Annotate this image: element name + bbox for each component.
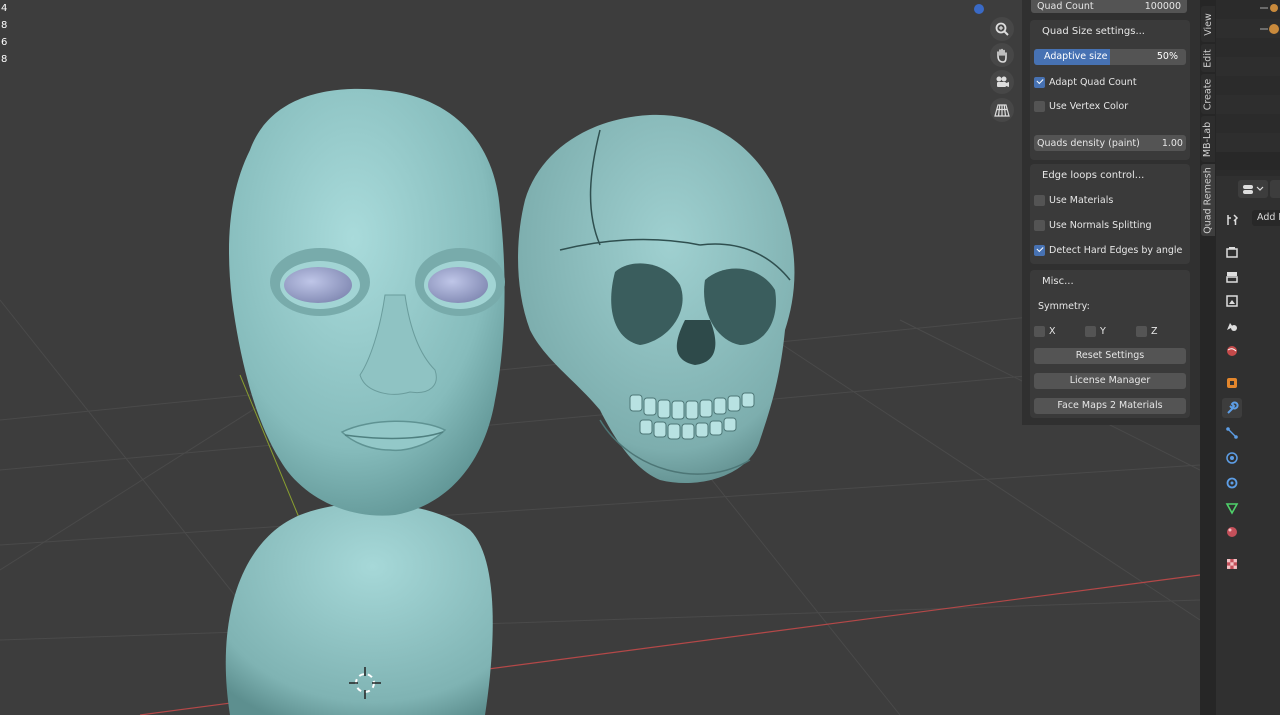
stat-line: 8 [1, 54, 8, 65]
constraints-icon[interactable] [1222, 473, 1242, 493]
world-icon[interactable] [1222, 341, 1242, 361]
right-editors: Add M [1216, 0, 1280, 715]
edge-loops-section: Edge loops control... Use Materials Use … [1030, 164, 1190, 264]
tab-view-label: View [1202, 12, 1214, 36]
stat-line: 8 [1, 20, 8, 31]
view-layer-icon[interactable] [1222, 291, 1242, 311]
display-mode-icon[interactable] [1270, 180, 1280, 198]
symmetry-x-checkbox[interactable]: X [1034, 324, 1056, 338]
quad-count-value: 100000 [1144, 1, 1181, 12]
modifier-wrench-icon[interactable] [1222, 398, 1242, 418]
license-manager-button[interactable]: License Manager [1034, 373, 1186, 389]
adaptive-size-label: Adaptive size [1044, 51, 1108, 62]
mesh-data-icon[interactable] [1222, 498, 1242, 518]
checkbox-unchecked-icon [1034, 194, 1045, 206]
checkbox-unchecked-icon [1034, 219, 1045, 231]
properties-editor: Add M [1216, 176, 1280, 715]
reset-settings-button[interactable]: Reset Settings [1034, 348, 1186, 364]
physics-icon[interactable] [1222, 448, 1242, 468]
symmetry-z-label: Z [1151, 325, 1158, 337]
body-mesh[interactable] [225, 503, 493, 715]
face-maps-2-materials-button[interactable]: Face Maps 2 Materials [1034, 398, 1186, 414]
left-eye [284, 267, 352, 303]
misc-title[interactable]: Misc... [1030, 270, 1190, 294]
tab-view[interactable]: View [1201, 6, 1215, 42]
symmetry-y-label: Y [1100, 325, 1106, 337]
stat-line: 4 [1, 3, 8, 14]
texture-icon[interactable] [1222, 554, 1242, 574]
use-vertex-color-label: Use Vertex Color [1049, 100, 1129, 112]
right-eye [428, 267, 488, 303]
detect-hard-edges-label: Detect Hard Edges by angle [1049, 244, 1183, 256]
use-normals-splitting-label: Use Normals Splitting [1049, 219, 1152, 231]
checkbox-unchecked-icon [1034, 325, 1045, 337]
particles-icon[interactable] [1222, 423, 1242, 443]
3d-viewport[interactable]: 4 8 6 8 [0, 0, 1200, 715]
use-materials-label: Use Materials [1049, 194, 1114, 206]
tab-mb-lab[interactable]: MB-Lab [1201, 116, 1215, 162]
perspective-grid-icon[interactable] [990, 98, 1014, 122]
add-modifier-button[interactable]: Add M [1252, 210, 1280, 226]
edge-loops-title[interactable]: Edge loops control... [1030, 164, 1190, 188]
hand-pan-icon[interactable] [990, 43, 1014, 67]
quad-count-field[interactable]: Quad Count 100000 [1031, 0, 1187, 13]
tool-settings-icon[interactable] [1222, 210, 1242, 230]
symmetry-label: Symmetry: [1038, 300, 1090, 312]
symmetry-x-label: X [1049, 325, 1056, 337]
checkbox-unchecked-icon [1136, 325, 1147, 337]
quad-size-section: Quad Size settings... Adaptive size 50% … [1030, 20, 1190, 160]
camera-icon[interactable] [990, 70, 1014, 94]
tab-edit[interactable]: Edit [1201, 44, 1215, 72]
symmetry-z-checkbox[interactable]: Z [1136, 324, 1158, 338]
outliner-node-icon [1260, 4, 1279, 34]
quad-count-label: Quad Count [1037, 1, 1094, 12]
material-icon[interactable] [1222, 522, 1242, 542]
tab-mb-lab-label: MB-Lab [1202, 121, 1214, 157]
quads-density-field[interactable]: Quads density (paint) 1.00 [1034, 135, 1186, 151]
tab-edit-label: Edit [1202, 48, 1214, 68]
tab-quad-remesh[interactable]: Quad Remesh [1201, 164, 1215, 236]
sidebar-tabs: View Edit Create MB-Lab Quad Remesh [1200, 0, 1216, 715]
scene-canvas[interactable] [0, 0, 1200, 715]
adaptive-size-slider[interactable]: Adaptive size 50% [1034, 49, 1186, 65]
output-icon[interactable] [1222, 267, 1242, 287]
use-materials-checkbox[interactable]: Use Materials [1034, 193, 1113, 207]
tab-quad-remesh-label: Quad Remesh [1202, 166, 1214, 234]
stat-line: 6 [1, 37, 8, 48]
quads-density-label: Quads density (paint) [1037, 137, 1140, 149]
adapt-quad-count-label: Adapt Quad Count [1049, 76, 1137, 88]
checkbox-unchecked-icon [1085, 325, 1096, 337]
quad-size-title[interactable]: Quad Size settings... [1030, 20, 1190, 44]
adapt-quad-count-checkbox[interactable]: Adapt Quad Count [1034, 75, 1137, 89]
outliner[interactable] [1216, 0, 1280, 170]
render-icon[interactable] [1222, 242, 1242, 262]
checkbox-checked-icon [1034, 244, 1045, 256]
adaptive-size-value: 50% [1156, 51, 1178, 62]
use-normals-splitting-checkbox[interactable]: Use Normals Splitting [1034, 218, 1152, 232]
use-vertex-color-checkbox[interactable]: Use Vertex Color [1034, 99, 1128, 113]
editor-type-icon [1243, 185, 1264, 194]
scene-icon[interactable] [1222, 316, 1242, 336]
tab-create-label: Create [1202, 78, 1214, 110]
viewport-statistics: 4 8 6 8 [0, 0, 7, 68]
object-icon[interactable] [1222, 373, 1242, 393]
zoom-icon[interactable] [990, 17, 1014, 41]
tab-create[interactable]: Create [1201, 74, 1215, 114]
misc-section: Misc... Symmetry: X Y Z Reset Settings L… [1030, 270, 1190, 418]
editor-type-dropdown[interactable] [1238, 180, 1268, 198]
quads-density-value: 1.00 [1161, 137, 1183, 149]
symmetry-y-checkbox[interactable]: Y [1085, 324, 1106, 338]
checkbox-checked-icon [1034, 76, 1045, 88]
detect-hard-edges-checkbox[interactable]: Detect Hard Edges by angle [1034, 243, 1182, 257]
checkbox-unchecked-icon [1034, 100, 1045, 112]
gizmo-axis-dot[interactable] [974, 4, 984, 14]
sidebar-n-panel: Quad Count 100000 Quad Size settings... … [1022, 0, 1200, 425]
